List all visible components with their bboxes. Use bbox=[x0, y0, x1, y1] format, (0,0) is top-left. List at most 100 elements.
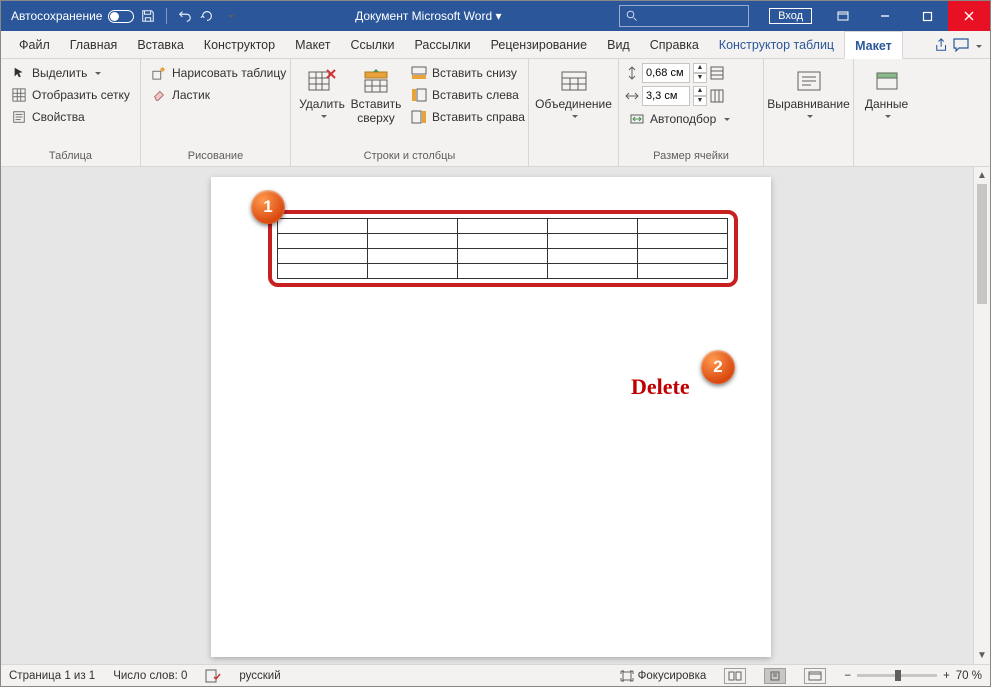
focus-mode[interactable]: Фокусировка bbox=[620, 670, 707, 682]
title-bar: Автосохранение Документ Microsoft Word ▾… bbox=[1, 1, 990, 31]
zoom-out-button[interactable]: − bbox=[844, 670, 851, 682]
data-button[interactable]: Данные bbox=[860, 63, 913, 160]
view-gridlines-button[interactable]: Отобразить сетку bbox=[7, 85, 134, 105]
ribbon-display-icon[interactable] bbox=[822, 1, 864, 31]
autofit-icon bbox=[629, 111, 645, 127]
group-data: Данные bbox=[854, 59, 919, 166]
col-width-input[interactable] bbox=[642, 86, 690, 106]
redo-icon[interactable] bbox=[199, 8, 215, 24]
autosave-toggle[interactable]: Автосохранение bbox=[11, 9, 134, 23]
insert-above-button[interactable]: Вставить сверху bbox=[351, 63, 401, 148]
ribbon-tabs: Файл Главная Вставка Конструктор Макет С… bbox=[1, 31, 990, 59]
tab-mailings[interactable]: Рассылки bbox=[404, 31, 480, 59]
draw-table-button[interactable]: Нарисовать таблицу bbox=[147, 63, 290, 83]
group-merge: Объединение bbox=[529, 59, 619, 166]
scroll-thumb[interactable] bbox=[977, 184, 987, 304]
spellcheck-icon[interactable] bbox=[205, 669, 221, 683]
vertical-scrollbar[interactable]: ▲ ▼ bbox=[973, 167, 990, 664]
tab-insert[interactable]: Вставка bbox=[127, 31, 193, 59]
undo-icon[interactable] bbox=[177, 8, 193, 24]
width-up[interactable]: ▲ bbox=[693, 86, 707, 96]
group-label: Таблица bbox=[7, 148, 134, 166]
tab-design[interactable]: Конструктор bbox=[194, 31, 285, 59]
merge-button[interactable]: Объединение bbox=[535, 63, 612, 160]
annotation-badge-2: 2 bbox=[701, 350, 735, 384]
distribute-rows-icon[interactable] bbox=[710, 66, 724, 80]
width-down[interactable]: ▼ bbox=[693, 96, 707, 106]
delete-table-icon bbox=[306, 67, 338, 95]
search-box[interactable] bbox=[619, 5, 749, 27]
delete-button[interactable]: Удалить bbox=[297, 63, 347, 148]
group-cell-size: ▲▼ ▲▼ Автоподбор Размер ячейки bbox=[619, 59, 764, 166]
pencil-icon bbox=[151, 65, 167, 81]
share-icon[interactable] bbox=[935, 38, 949, 52]
group-label: Рисование bbox=[147, 148, 284, 166]
autofit-button[interactable]: Автоподбор bbox=[625, 109, 734, 129]
autosave-label: Автосохранение bbox=[11, 9, 102, 23]
zoom-slider[interactable] bbox=[857, 674, 937, 677]
cursor-icon bbox=[11, 65, 27, 81]
data-icon bbox=[871, 67, 903, 95]
word-count[interactable]: Число слов: 0 bbox=[113, 670, 187, 682]
height-up[interactable]: ▲ bbox=[693, 63, 707, 73]
web-layout-button[interactable] bbox=[804, 668, 826, 684]
merge-icon bbox=[558, 67, 590, 95]
eraser-button[interactable]: Ластик bbox=[147, 85, 290, 105]
width-icon bbox=[625, 89, 639, 103]
annotation-delete-text: Delete bbox=[631, 374, 690, 400]
tab-review[interactable]: Рецензирование bbox=[481, 31, 598, 59]
ribbon: Выделить Отобразить сетку Свойства Табли… bbox=[1, 59, 990, 167]
scroll-up-icon[interactable]: ▲ bbox=[974, 167, 990, 184]
qat-more-icon[interactable] bbox=[221, 8, 237, 24]
tab-file[interactable]: Файл bbox=[9, 31, 60, 59]
group-label bbox=[535, 160, 612, 166]
zoom-control[interactable]: − + 70 % bbox=[844, 670, 982, 682]
tab-table-design[interactable]: Конструктор таблиц bbox=[709, 31, 844, 59]
height-down[interactable]: ▼ bbox=[693, 73, 707, 83]
document-area: 1 Delete 2 ▲ ▼ bbox=[1, 167, 990, 664]
group-draw: Нарисовать таблицу Ластик Рисование bbox=[141, 59, 291, 166]
tab-home[interactable]: Главная bbox=[60, 31, 128, 59]
properties-button[interactable]: Свойства bbox=[7, 107, 134, 127]
insert-left-button[interactable]: Вставить слева bbox=[407, 85, 529, 105]
read-mode-button[interactable] bbox=[724, 668, 746, 684]
zoom-in-button[interactable]: + bbox=[943, 670, 950, 682]
select-button[interactable]: Выделить bbox=[7, 63, 134, 83]
signin-button[interactable]: Вход bbox=[769, 8, 812, 24]
annotation-frame-1 bbox=[268, 210, 738, 287]
alignment-button[interactable]: Выравнивание bbox=[770, 63, 847, 160]
zoom-level[interactable]: 70 % bbox=[956, 670, 982, 682]
minimize-button[interactable] bbox=[864, 1, 906, 31]
col-width-field[interactable]: ▲▼ bbox=[625, 86, 734, 106]
scroll-down-icon[interactable]: ▼ bbox=[974, 647, 990, 664]
toggle-switch-icon bbox=[108, 10, 134, 23]
distribute-cols-icon[interactable] bbox=[710, 89, 724, 103]
alignment-icon bbox=[793, 67, 825, 95]
tab-references[interactable]: Ссылки bbox=[340, 31, 404, 59]
tab-table-layout[interactable]: Макет bbox=[844, 31, 903, 59]
insert-below-button[interactable]: Вставить снизу bbox=[407, 63, 529, 83]
insert-above-icon bbox=[360, 67, 392, 95]
save-icon[interactable] bbox=[140, 8, 156, 24]
comments-icon[interactable] bbox=[953, 38, 969, 52]
insert-below-icon bbox=[411, 65, 427, 81]
collapse-ribbon-icon[interactable] bbox=[973, 38, 982, 52]
group-alignment: Выравнивание bbox=[764, 59, 854, 166]
row-height-field[interactable]: ▲▼ bbox=[625, 63, 734, 83]
close-button[interactable] bbox=[948, 1, 990, 31]
document-title[interactable]: Документ Microsoft Word ▾ bbox=[237, 9, 619, 23]
focus-icon bbox=[620, 670, 634, 682]
status-bar: Страница 1 из 1 Число слов: 0 русский Фо… bbox=[1, 664, 990, 686]
row-height-input[interactable] bbox=[642, 63, 690, 83]
insert-right-button[interactable]: Вставить справа bbox=[407, 107, 529, 127]
tab-view[interactable]: Вид bbox=[597, 31, 640, 59]
maximize-button[interactable] bbox=[906, 1, 948, 31]
print-layout-button[interactable] bbox=[764, 668, 786, 684]
annotation-badge-1: 1 bbox=[251, 190, 285, 224]
language-indicator[interactable]: русский bbox=[239, 670, 280, 682]
page-indicator[interactable]: Страница 1 из 1 bbox=[9, 670, 95, 682]
search-icon bbox=[626, 10, 638, 22]
tab-layout[interactable]: Макет bbox=[285, 31, 340, 59]
group-label bbox=[770, 160, 847, 166]
tab-help[interactable]: Справка bbox=[640, 31, 709, 59]
